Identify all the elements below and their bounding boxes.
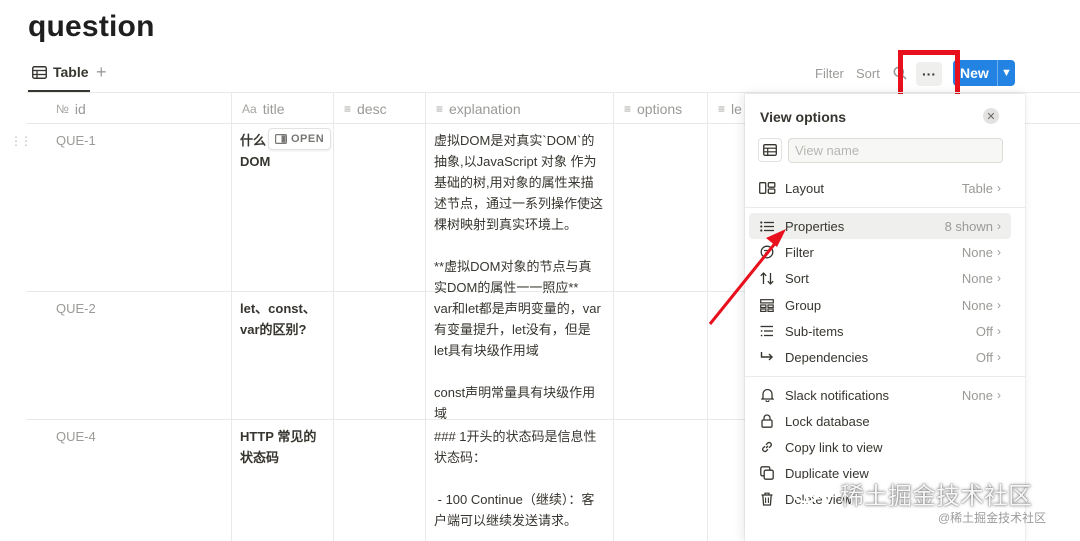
annotation-arrow [708, 229, 786, 325]
watermark-text: 稀土掘金技术社区 [840, 483, 1032, 510]
watermark: 稀土掘金技术社区 [790, 476, 1032, 511]
watermark-caption: @稀土掘金技术社区 [938, 511, 1047, 525]
wechat-logo-icon [790, 478, 831, 508]
